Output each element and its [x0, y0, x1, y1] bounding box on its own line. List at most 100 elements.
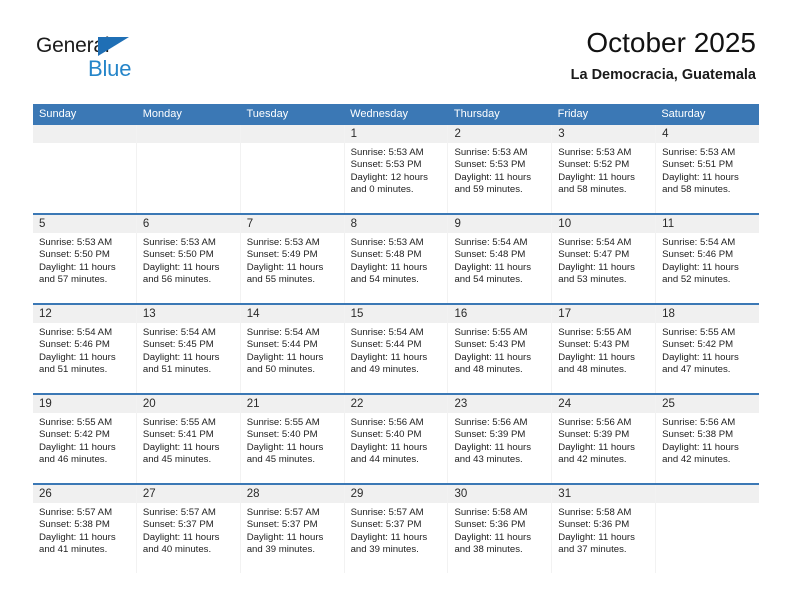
day-number: 14 — [246, 308, 260, 320]
day-detail-line: Sunrise: 5:53 AM — [350, 237, 424, 248]
weekday-header-sunday: Sunday — [39, 108, 77, 120]
calendar-week-row: 5 Sunrise: 5:53 AM Sunset: 5:50 PM Daylight… — [33, 213, 760, 303]
calendar-day-cell[interactable]: 6 Sunrise: 5:53 AM Sunset: 5:50 PM Daylight… — [136, 215, 241, 303]
day-detail-line: and 53 minutes. — [558, 274, 627, 286]
calendar-day-cell[interactable]: 5 Sunrise: 5:53 AM Sunset: 5:50 PM Daylight… — [33, 215, 137, 303]
day-detail-text: Sunrise: 5:57 AM Sunset: 5:38 PM Daylight:… — [33, 503, 136, 557]
day-detail-line: Daylight: 11 hours — [350, 441, 428, 453]
day-detail-line: Sunset: 5:41 PM — [142, 429, 214, 441]
calendar-day-cell[interactable]: 9 Sunrise: 5:54 AM Sunset: 5:48 PM Daylight… — [448, 215, 553, 303]
day-detail-text: Sunrise: 5:57 AM Sunset: 5:37 PM Daylight:… — [137, 503, 240, 557]
day-number-band: 8 — [344, 215, 448, 233]
day-number: 6 — [142, 218, 150, 230]
day-number-band: 14 — [240, 305, 344, 323]
day-detail-text: Sunrise: 5:55 AM Sunset: 5:43 PM Daylight:… — [448, 323, 551, 377]
calendar-day-cell[interactable]: 21 Sunrise: 5:55 AM Sunset: 5:40 PM Dayligh… — [240, 395, 345, 483]
day-number: 18 — [662, 308, 675, 320]
calendar-day-cell[interactable]: 22 Sunrise: 5:56 AM Sunset: 5:40 PM Dayligh… — [344, 395, 449, 483]
calendar-day-cell[interactable]: 14 Sunrise: 5:54 AM Sunset: 5:44 PM Dayligh… — [240, 305, 345, 393]
day-detail-line: and 58 minutes. — [662, 184, 731, 196]
day-detail-text: Sunrise: 5:57 AM Sunset: 5:37 PM Daylight:… — [241, 503, 344, 557]
calendar-day-cell[interactable]: 1 Sunrise: 5:53 AM Sunset: 5:53 PM Daylight… — [344, 125, 449, 213]
calendar-week-row: 26 Sunrise: 5:57 AM Sunset: 5:38 PM Dayligh… — [33, 483, 760, 573]
calendar-day-cell[interactable]: 17 Sunrise: 5:55 AM Sunset: 5:43 PM Dayligh… — [552, 305, 657, 393]
day-detail-line: Sunset: 5:36 PM — [454, 519, 526, 531]
day-detail-text: Sunrise: 5:56 AM Sunset: 5:38 PM Daylight:… — [656, 413, 759, 467]
calendar-day-cell[interactable]: 30 Sunrise: 5:58 AM Sunset: 5:36 PM Dayligh… — [448, 485, 553, 573]
day-detail-line: Sunset: 5:46 PM — [39, 339, 110, 351]
day-number: 19 — [39, 398, 52, 410]
day-detail-line: Daylight: 11 hours — [558, 261, 635, 273]
day-number-band — [33, 125, 136, 143]
day-detail-line: Daylight: 11 hours — [142, 441, 220, 453]
calendar-day-cell[interactable]: 20 Sunrise: 5:55 AM Sunset: 5:41 PM Dayligh… — [136, 395, 241, 483]
day-detail-line: Daylight: 11 hours — [350, 531, 428, 543]
day-detail-text — [241, 143, 344, 147]
calendar-day-cell[interactable]: 26 Sunrise: 5:57 AM Sunset: 5:38 PM Dayligh… — [33, 485, 137, 573]
day-number: 15 — [350, 308, 364, 320]
calendar-day-cell[interactable]: 7 Sunrise: 5:53 AM Sunset: 5:49 PM Daylight… — [240, 215, 345, 303]
day-detail-line: Sunset: 5:51 PM — [662, 159, 734, 171]
day-detail-line: and 44 minutes. — [350, 454, 419, 466]
day-number-band: 30 — [448, 485, 552, 503]
day-detail-line: Sunset: 5:50 PM — [39, 249, 110, 261]
day-number: 28 — [246, 488, 260, 500]
day-detail-text: Sunrise: 5:58 AM Sunset: 5:36 PM Daylight:… — [552, 503, 655, 557]
day-detail-line: Daylight: 11 hours — [350, 351, 428, 363]
day-number-band: 10 — [552, 215, 656, 233]
day-number-band: 28 — [240, 485, 344, 503]
logo-text-blue: Blue — [88, 56, 132, 81]
calendar-day-cell[interactable]: 3 Sunrise: 5:53 AM Sunset: 5:52 PM Daylight… — [552, 125, 657, 213]
day-detail-line: and 56 minutes. — [142, 274, 212, 286]
day-detail-line: and 55 minutes. — [246, 274, 315, 286]
calendar-day-cell[interactable]: 23 Sunrise: 5:56 AM Sunset: 5:39 PM Dayligh… — [448, 395, 553, 483]
calendar-day-cell[interactable]: 11 Sunrise: 5:54 AM Sunset: 5:46 PM Dayligh… — [656, 215, 760, 303]
calendar-day-cell[interactable]: 24 Sunrise: 5:56 AM Sunset: 5:39 PM Dayligh… — [552, 395, 657, 483]
calendar-day-cell[interactable]: 28 Sunrise: 5:57 AM Sunset: 5:37 PM Dayligh… — [240, 485, 345, 573]
day-number-band: 24 — [552, 395, 656, 413]
calendar-day-cell[interactable]: 18 Sunrise: 5:55 AM Sunset: 5:42 PM Dayligh… — [656, 305, 760, 393]
day-detail-line: and 43 minutes. — [454, 454, 523, 466]
day-detail-text: Sunrise: 5:53 AM Sunset: 5:49 PM Daylight:… — [241, 233, 344, 287]
day-detail-text: Sunrise: 5:54 AM Sunset: 5:45 PM Daylight:… — [137, 323, 240, 377]
day-detail-line: Daylight: 11 hours — [662, 171, 739, 183]
day-number-band: 4 — [656, 125, 760, 143]
calendar-day-cell[interactable]: 29 Sunrise: 5:57 AM Sunset: 5:37 PM Dayligh… — [344, 485, 449, 573]
calendar-day-cell[interactable]: 15 Sunrise: 5:54 AM Sunset: 5:44 PM Dayligh… — [344, 305, 449, 393]
day-detail-line: Daylight: 11 hours — [662, 351, 739, 363]
day-detail-line: Sunset: 5:37 PM — [246, 519, 318, 531]
day-detail-line: Sunrise: 5:54 AM — [662, 237, 736, 248]
day-number-band: 7 — [240, 215, 344, 233]
day-number-band: 2 — [448, 125, 552, 143]
weekday-header-friday: Friday — [557, 108, 589, 120]
day-detail-text — [33, 143, 136, 147]
day-detail-line: Sunset: 5:48 PM — [350, 249, 422, 261]
day-detail-line: Daylight: 11 hours — [454, 351, 532, 363]
calendar-day-cell[interactable]: 8 Sunrise: 5:53 AM Sunset: 5:48 PM Daylight… — [344, 215, 449, 303]
calendar-day-cell[interactable]: 25 Sunrise: 5:56 AM Sunset: 5:38 PM Dayligh… — [656, 395, 760, 483]
calendar-day-cell[interactable]: 19 Sunrise: 5:55 AM Sunset: 5:42 PM Dayligh… — [33, 395, 137, 483]
day-detail-line: Daylight: 11 hours — [39, 261, 116, 273]
day-detail-line: and 39 minutes. — [246, 544, 315, 556]
day-detail-line: Sunset: 5:47 PM — [558, 249, 630, 261]
calendar-day-cell[interactable]: 27 Sunrise: 5:57 AM Sunset: 5:37 PM Dayligh… — [136, 485, 241, 573]
day-detail-line: Sunrise: 5:54 AM — [350, 327, 424, 338]
day-detail-line: Daylight: 11 hours — [454, 441, 532, 453]
logo-triangle-icon — [98, 37, 129, 56]
calendar-day-cell[interactable]: 16 Sunrise: 5:55 AM Sunset: 5:43 PM Dayligh… — [448, 305, 553, 393]
day-detail-line: Sunset: 5:43 PM — [454, 339, 526, 351]
calendar-day-cell[interactable]: 13 Sunrise: 5:54 AM Sunset: 5:45 PM Dayligh… — [136, 305, 241, 393]
general-blue-logo[interactable]: General Blue — [36, 34, 236, 92]
day-detail-line: Daylight: 11 hours — [246, 441, 324, 453]
day-number: 31 — [558, 488, 572, 500]
day-detail-line: Daylight: 11 hours — [454, 531, 532, 543]
day-number: 22 — [350, 398, 364, 410]
day-detail-line: Sunset: 5:42 PM — [39, 429, 110, 441]
calendar-day-cell[interactable]: 4 Sunrise: 5:53 AM Sunset: 5:51 PM Daylight… — [656, 125, 760, 213]
calendar-day-cell[interactable]: 31 Sunrise: 5:58 AM Sunset: 5:36 PM Dayligh… — [552, 485, 657, 573]
calendar-day-cell[interactable]: 2 Sunrise: 5:53 AM Sunset: 5:53 PM Daylight… — [448, 125, 553, 213]
calendar-day-cell[interactable]: 10 Sunrise: 5:54 AM Sunset: 5:47 PM Dayligh… — [552, 215, 657, 303]
day-detail-line: Daylight: 11 hours — [662, 441, 739, 453]
day-number-band — [656, 485, 760, 503]
calendar-day-cell[interactable]: 12 Sunrise: 5:54 AM Sunset: 5:46 PM Dayligh… — [33, 305, 137, 393]
